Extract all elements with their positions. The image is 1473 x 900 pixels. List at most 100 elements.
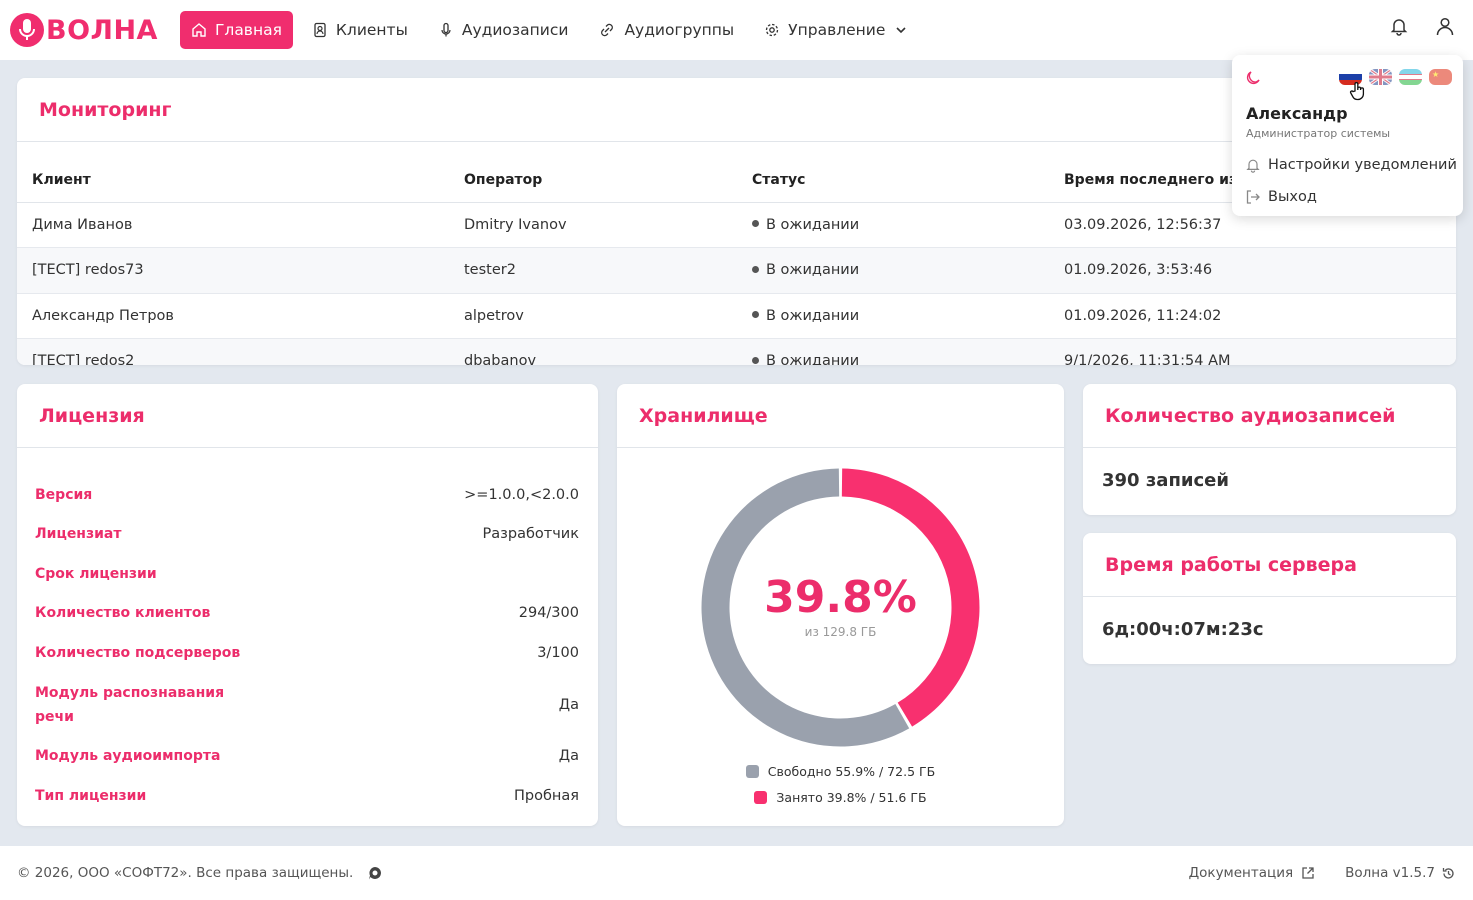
license-value: 294/300 [518, 605, 579, 622]
history-icon [1442, 867, 1454, 879]
cell-time: 01.09.2026, 3:53:46 [1049, 247, 1456, 294]
table-row[interactable]: [ТЕСТ] redos73 tester2 В ожидании 01.09.… [17, 247, 1456, 294]
uptime-card: Время работы сервера 6д:00ч:07м:23с [1083, 533, 1456, 664]
license-row-version: Версия >=1.0.0,<2.0.0 [17, 475, 598, 515]
external-link-icon [1302, 867, 1314, 879]
legend-free-swatch [745, 765, 759, 778]
link-icon [601, 23, 614, 37]
hand-cursor-icon [1349, 82, 1365, 101]
notification-settings-item[interactable]: Настройки уведомлений [1245, 157, 1457, 173]
user-role: Администратор системы [1246, 127, 1391, 140]
cell-status: В ожидании [737, 338, 1049, 365]
nav-home[interactable]: Главная [179, 11, 293, 49]
license-row-licensee: Лицензиат Разработчик [17, 515, 598, 555]
license-value: 3/100 [537, 644, 579, 661]
flag-uz-icon[interactable] [1399, 69, 1422, 85]
license-row-term: Срок лицензии [17, 554, 598, 594]
table-row[interactable]: Александр Петров alpetrov В ожидании 01.… [17, 293, 1456, 339]
license-key: Версия [35, 486, 93, 503]
cell-time: 01.09.2026, 11:24:02 [1049, 293, 1456, 339]
records-card: Количество аудиозаписей 390 записей [1083, 384, 1456, 515]
chat-icon[interactable] [367, 865, 383, 881]
cell-client: Александр Петров [17, 293, 449, 339]
legend-free[interactable]: Свободно 55.9% / 72.5 ГБ [617, 764, 1064, 779]
license-key: Модуль аудиоимпорта [35, 748, 221, 765]
uptime-title: Время работы сервера [1083, 533, 1456, 597]
col-status[interactable]: Статус [737, 142, 1049, 203]
col-client[interactable]: Клиент [17, 142, 449, 203]
logout-icon [1246, 190, 1260, 204]
footer-copyright: © 2026, ООО «СОФТ72». Все права защищены… [17, 865, 354, 881]
cell-operator: alpetrov [449, 293, 737, 339]
cell-client: [ТЕСТ] redos73 [17, 247, 449, 294]
moon-icon[interactable] [1244, 69, 1262, 87]
status-text: В ожидании [766, 216, 860, 233]
license-key: Модуль распознавания речи [35, 684, 225, 725]
license-title: Лицензия [17, 384, 598, 448]
legend-used[interactable]: Занято 39.8% / 51.6 ГБ [617, 790, 1064, 805]
legend-free-label: Свободно 55.9% / 72.5 ГБ [767, 764, 936, 779]
home-icon [192, 23, 206, 37]
license-value: >=1.0.0,<2.0.0 [464, 486, 579, 503]
flag-uk-icon[interactable] [1369, 69, 1392, 85]
flag-cn-icon[interactable]: ★ [1429, 69, 1452, 85]
user-dropdown: ★ Александр Администратор системы Настро… [1232, 55, 1463, 216]
license-key: Срок лицензии [35, 565, 157, 582]
status-text: В ожидании [766, 307, 860, 324]
nav-clients[interactable]: Клиенты [301, 11, 419, 49]
gear-icon [766, 23, 779, 37]
col-operator[interactable]: Оператор [449, 142, 737, 203]
logo-mic-icon [10, 13, 44, 47]
nav-audiogroups[interactable]: Аудиогруппы [587, 11, 745, 49]
user-name: Александр [1246, 104, 1348, 123]
status-dot-icon [752, 356, 759, 364]
license-row-clients: Количество клиентов 294/300 [17, 594, 598, 634]
license-key: Количество клиентов [35, 605, 211, 622]
status-text: В ожидании [766, 262, 860, 279]
storage-total: из 129.8 ГБ [804, 625, 877, 639]
license-value: Разработчик [482, 526, 579, 543]
nav-clients-label: Клиенты [335, 21, 408, 39]
top-navbar: ВОЛНА Главная Клиенты Аудиозаписи Аудиог… [0, 0, 1473, 60]
cell-client: Дима Иванов [17, 202, 449, 248]
license-value: Пробная [513, 787, 579, 804]
version-info[interactable]: Волна v1.5.7 [1345, 865, 1456, 881]
chevron-down-icon [896, 27, 906, 34]
storage-title: Хранилище [617, 384, 1064, 448]
cell-status: В ожидании [737, 202, 1049, 248]
logout-label: Выход [1268, 189, 1317, 205]
storage-card: Хранилище 39.8% из 129.8 ГБ Свободно 55.… [617, 384, 1064, 826]
logo[interactable]: ВОЛНА [10, 13, 158, 47]
nav-home-label: Главная [214, 21, 282, 39]
legend-used-label: Занято 39.8% / 51.6 ГБ [776, 790, 927, 805]
user-icon[interactable] [1435, 16, 1455, 36]
bell-icon[interactable] [1389, 16, 1409, 36]
nav-recordings[interactable]: Аудиозаписи [427, 11, 580, 49]
license-value: Да [558, 696, 579, 713]
version-label: Волна v1.5.7 [1345, 865, 1435, 881]
table-row[interactable]: [ТЕСТ] redos2 dbabanov В ожидании 9/1/20… [17, 338, 1456, 365]
logout-item[interactable]: Выход [1245, 189, 1317, 205]
license-row-type: Тип лицензии Пробная [17, 776, 598, 816]
logo-text: ВОЛНА [46, 14, 158, 46]
license-key: Лицензиат [35, 526, 122, 543]
cell-operator: Dmitry Ivanov [449, 202, 737, 248]
nav-management-label: Управление [788, 21, 886, 39]
notification-settings-label: Настройки уведомлений [1268, 157, 1457, 173]
records-title: Количество аудиозаписей [1083, 384, 1456, 448]
storage-percent: 39.8% [764, 572, 917, 623]
docs-link[interactable]: Документация [1189, 865, 1316, 881]
cell-status: В ожидании [737, 293, 1049, 339]
license-value: Да [558, 748, 579, 765]
license-key: Количество подсерверов [35, 644, 241, 661]
records-value: 390 записей [1102, 470, 1229, 491]
status-dot-icon [752, 311, 759, 319]
legend-used-swatch [754, 791, 768, 804]
license-card: Лицензия Версия >=1.0.0,<2.0.0 Лицензиат Р… [17, 384, 598, 826]
nav-audiogroups-label: Аудиогруппы [624, 21, 735, 39]
cell-client: [ТЕСТ] redos2 [17, 338, 449, 365]
cell-status: В ожидании [737, 247, 1049, 294]
cell-operator: dbabanov [449, 338, 737, 365]
license-row-subservers: Количество подсерверов 3/100 [17, 633, 598, 673]
nav-management[interactable]: Управление [753, 11, 919, 49]
